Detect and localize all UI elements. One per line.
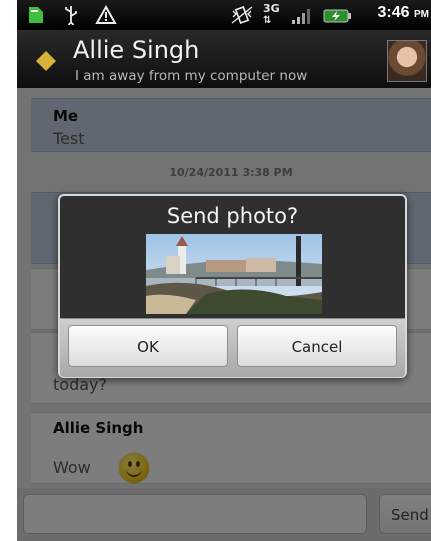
- send-photo-dialog: Send photo? OK Cancel: [58, 194, 407, 378]
- network-type-label: 3G: [263, 2, 280, 15]
- ok-button[interactable]: OK: [68, 325, 228, 367]
- signal-icon: [291, 5, 313, 25]
- status-bar: 3G ⇅ 3:46 PM: [17, 0, 431, 30]
- dialog-title: Send photo?: [166, 204, 299, 228]
- cancel-button[interactable]: Cancel: [237, 325, 397, 367]
- conversation-header: Allie Singh I am away from my computer n…: [17, 30, 431, 88]
- avatar[interactable]: [387, 40, 427, 82]
- contact-name: Allie Singh: [73, 36, 200, 64]
- warning-icon: [95, 4, 117, 25]
- network-3g-icon: 3G ⇅: [263, 2, 280, 26]
- photo-preview: [146, 234, 322, 314]
- presence-away-icon: [36, 51, 56, 71]
- status-time: 3:46 PM: [377, 4, 429, 21]
- dialog-button-bar: OK Cancel: [60, 318, 405, 377]
- contact-status-text: I am away from my computer now: [75, 68, 308, 84]
- usb-icon: [63, 5, 79, 28]
- sim-icon: [29, 7, 43, 27]
- vibrate-icon: [230, 5, 254, 25]
- battery-icon: [323, 8, 351, 28]
